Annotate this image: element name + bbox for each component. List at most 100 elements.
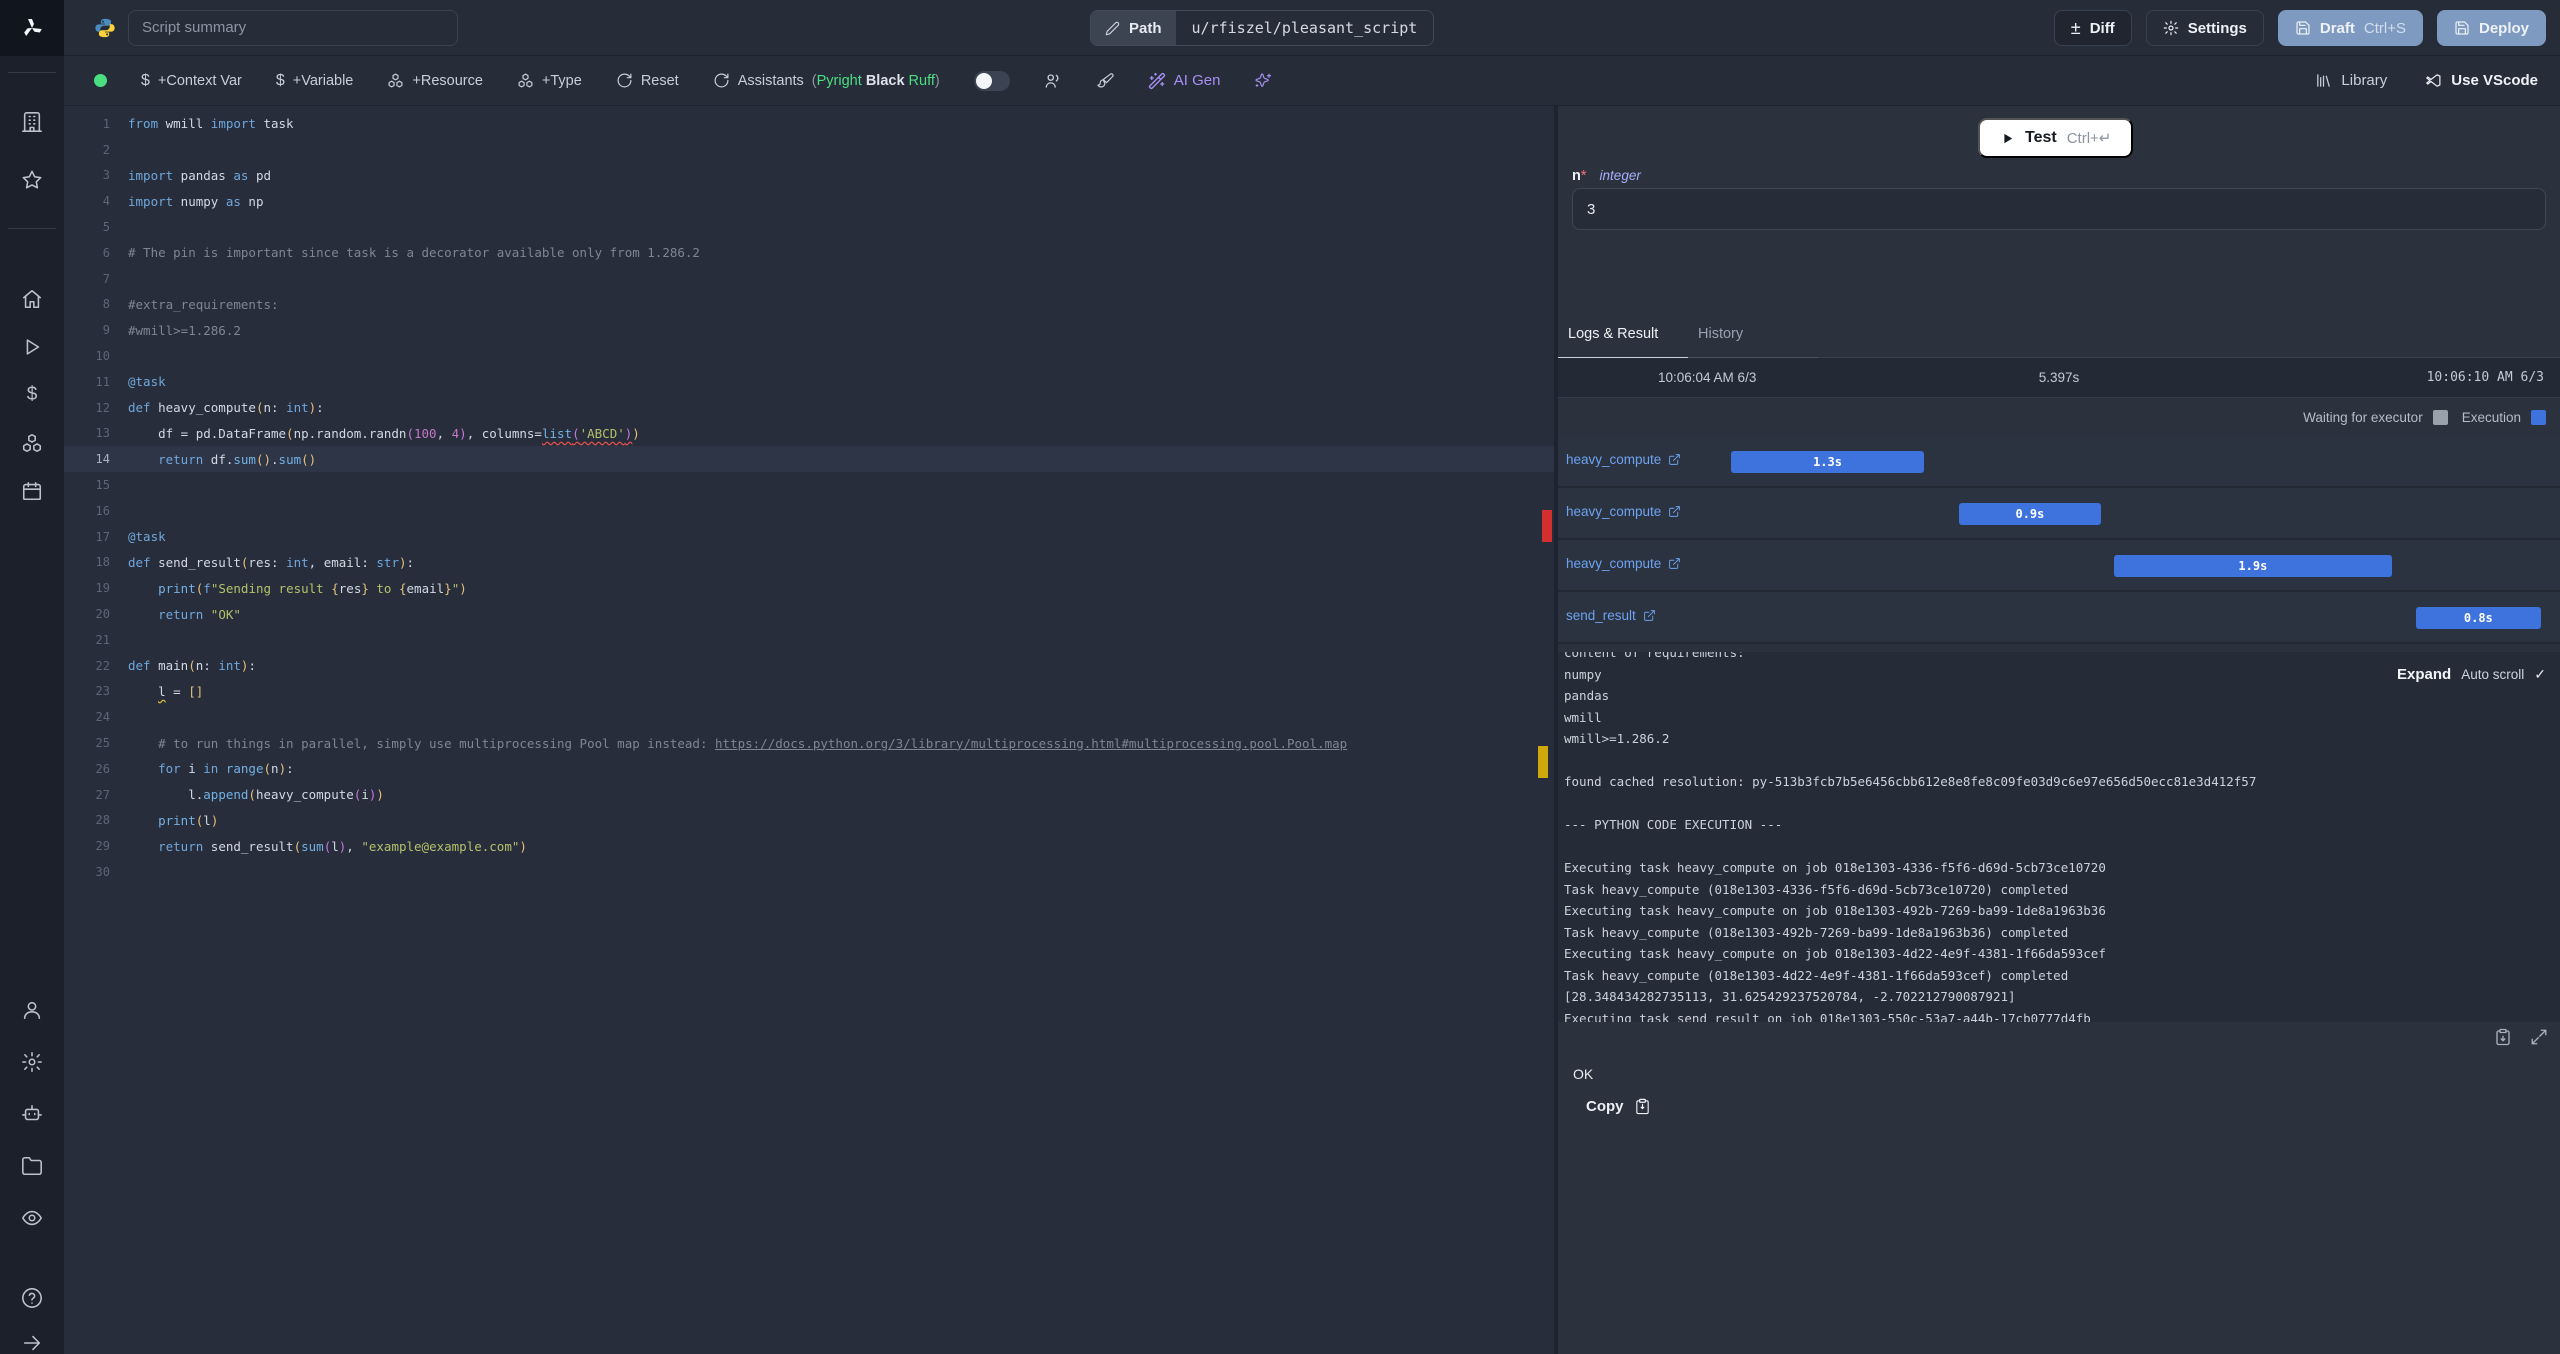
job-timeline: heavy_compute 1.3s heavy_compute 0.9s heavy_… — [1558, 436, 2560, 644]
gear-icon — [2163, 20, 2178, 36]
code-line: 10 — [95, 349, 110, 364]
warning-marker — [1538, 746, 1548, 778]
logs-viewer[interactable]: content of requirements: numpy pandas wm… — [1558, 652, 2560, 1022]
library-icon — [2317, 74, 2331, 87]
code-line: 7 — [102, 271, 110, 286]
assistant-ruff: Ruff — [908, 72, 935, 89]
draft-shortcut: Ctrl+S — [2363, 19, 2406, 37]
job-row: heavy_compute 1.9s — [1558, 540, 2560, 592]
python-language-icon — [92, 15, 118, 41]
code-line: 5 — [102, 220, 110, 235]
code-line: 16 — [95, 503, 110, 518]
code-line: 20 return "OK" — [95, 606, 241, 622]
sidebar-item-help-icon[interactable] — [20, 1286, 44, 1310]
check-icon: ✓ — [2534, 666, 2546, 682]
code-line: 28 print(l) — [95, 812, 219, 828]
job-row: send_result 0.8s — [1558, 592, 2560, 644]
sparkles-icon[interactable] — [1254, 72, 1272, 90]
sidebar-item-arrow-right-icon[interactable] — [20, 1331, 44, 1354]
code-line: 12 def heavy_compute(n: int): — [95, 400, 324, 416]
editor-toolbar: $ +Context Var $ +Variable +Resource +Type Res… — [64, 56, 2560, 106]
job-row: heavy_compute 0.9s — [1558, 488, 2560, 540]
toggle-switch[interactable] — [973, 70, 1010, 91]
toolbar-reset-button[interactable]: Reset — [616, 72, 679, 89]
argument-n-input[interactable] — [1572, 188, 2546, 230]
ai-gen-button[interactable]: AI Gen — [1148, 72, 1220, 90]
maximize-icon[interactable] — [2530, 1028, 2548, 1046]
sidebar-item-gear-icon[interactable] — [20, 1050, 44, 1074]
execution-bar: 0.9s — [1958, 503, 2102, 525]
test-button[interactable]: Test Ctrl+↵ — [1978, 118, 2134, 158]
copy-result-button[interactable]: Copy — [1586, 1098, 1651, 1115]
sidebar-item-robot-icon[interactable] — [20, 1102, 44, 1126]
sidebar-item-boxes-icon[interactable] — [20, 431, 44, 455]
argument-label: n* integer — [1572, 168, 1641, 184]
code-line: 24 — [95, 710, 110, 725]
sidebar-item-folder-icon[interactable] — [20, 1154, 44, 1178]
use-vscode-button[interactable]: Use VScode — [2425, 72, 2538, 89]
sidebar-item-calendar-icon[interactable] — [20, 479, 44, 503]
code-line: 30 — [95, 865, 110, 879]
code-line: 3 import pandas as pd — [102, 167, 272, 183]
code-line: 21 — [95, 632, 110, 647]
toolbar-assistants-button[interactable]: Assistants — [713, 72, 804, 89]
autoscroll-toggle[interactable]: Auto scroll — [2461, 667, 2524, 682]
job-link-heavy_compute[interactable]: heavy_compute — [1566, 556, 1681, 571]
execution-bar: 1.9s — [2114, 555, 2392, 577]
code-line: 6 # The pin is important since task is a … — [102, 245, 700, 261]
code-line: 1 from wmill import task — [102, 116, 294, 132]
settings-button[interactable]: Settings — [2145, 10, 2264, 46]
argument-type: integer — [1599, 168, 1641, 183]
job-link-heavy_compute[interactable]: heavy_compute — [1566, 452, 1681, 467]
diff-button[interactable]: ± Diff — [2053, 10, 2132, 46]
code-line: 19 print(f"Sending result {res} to {emai… — [95, 580, 467, 596]
job-row: heavy_compute 1.3s — [1558, 436, 2560, 488]
sidebar-item-person-icon[interactable] — [20, 998, 44, 1022]
run-times: 10:06:04 AM 6/3 5.397s 10:06:10 AM 6/3 — [1558, 358, 2560, 398]
script-summary-input[interactable] — [128, 9, 458, 46]
toolbar--context-var-button[interactable]: $ +Context Var — [141, 72, 242, 90]
copy-logs-icon[interactable] — [2494, 1028, 2512, 1046]
code-line: 2 — [102, 142, 110, 157]
expand-logs-button[interactable]: Expand — [2397, 666, 2451, 683]
error-marker — [1542, 510, 1552, 542]
sidebar-item-building-icon[interactable] — [20, 110, 44, 134]
timeline-legend: Waiting for executor Execution — [1558, 398, 2560, 436]
toolbar--resource-button[interactable]: +Resource — [387, 72, 483, 89]
toolbar--variable-button[interactable]: $ +Variable — [276, 72, 354, 90]
save-icon — [2296, 21, 2310, 35]
assistants-status: (Pyright Black Ruff) — [811, 72, 940, 89]
library-button[interactable]: Library — [2315, 72, 2387, 89]
execution-bar: 1.3s — [1731, 451, 1924, 473]
job-link-heavy_compute[interactable]: heavy_compute — [1566, 504, 1681, 519]
tab-history[interactable]: History — [1688, 320, 1818, 359]
deploy-button[interactable]: Deploy — [2436, 10, 2546, 46]
user-voice-icon[interactable] — [1044, 72, 1062, 90]
log-text: content of requirements: numpy pandas wm… — [1564, 652, 2257, 1022]
sidebar-item-star-icon[interactable] — [20, 168, 44, 192]
vscode-icon — [2426, 74, 2441, 87]
toolbar--type-button[interactable]: +Type — [517, 72, 582, 89]
code-line: 14 return df.sum().sum() — [64, 446, 1554, 473]
windmill-logo-icon[interactable] — [0, 0, 64, 56]
run-duration: 5.397s — [2038, 370, 2080, 385]
sidebar-item-dollar-icon[interactable]: $ — [20, 383, 44, 407]
magic-wand-icon — [1148, 72, 1165, 89]
code-editor[interactable]: 1 from wmill import task 2 3 import pandas a… — [64, 106, 1554, 1354]
tab-logs-result[interactable]: Logs & Result — [1558, 320, 1688, 359]
code-line: 4 import numpy as np — [102, 193, 264, 209]
script-path-value: u/rfiszel/pleasant_script — [1175, 11, 1434, 45]
test-shortcut: Ctrl+↵ — [2066, 130, 2112, 147]
path-label: Path — [1129, 19, 1162, 37]
path-button[interactable]: Path u/rfiszel/pleasant_script — [1090, 10, 1435, 46]
sidebar-item-eye-icon[interactable] — [20, 1206, 44, 1230]
code-line: 13 df = pd.DataFrame(np.random.randn(100… — [95, 425, 640, 441]
draft-button[interactable]: Draft Ctrl+S — [2277, 10, 2423, 46]
code-line: 11 @task — [95, 374, 166, 390]
sidebar-item-play-icon[interactable] — [20, 335, 44, 359]
paintbrush-icon[interactable] — [1096, 72, 1114, 90]
job-link-send_result[interactable]: send_result — [1566, 608, 1656, 623]
run-panel: Test Ctrl+↵ n* integer Logs & ResultHist… — [1558, 106, 2560, 1354]
sidebar-item-home-icon[interactable] — [20, 287, 44, 311]
code-line: 8 #extra_requirements: — [102, 296, 279, 312]
